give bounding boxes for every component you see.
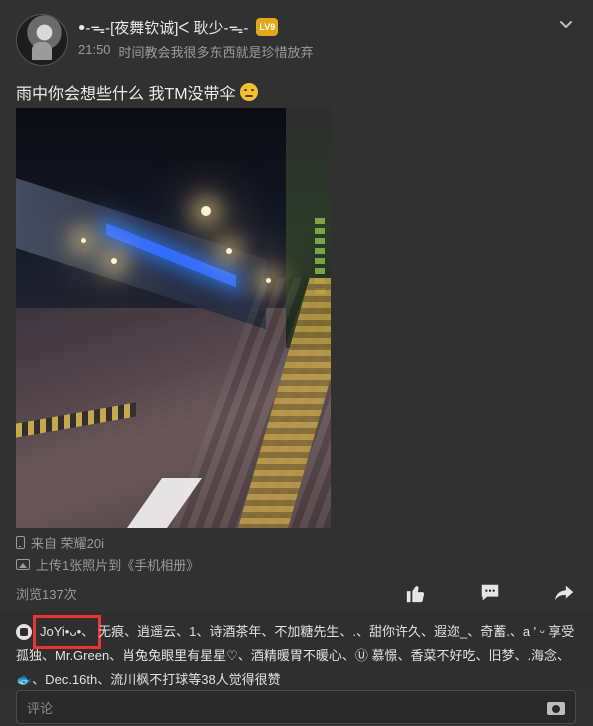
level-badge: LV9 [256, 18, 279, 36]
share-button[interactable] [551, 580, 577, 606]
post-text-content: 雨中你会想些什么 我TM没带伞 [16, 86, 236, 103]
post-actions [403, 580, 577, 606]
comment-input[interactable]: 评论 [16, 690, 576, 724]
comment-icon [481, 584, 499, 601]
post-header: ꔷ-ᯓ-[夜舞钦诚]ᐸ 耿少-ᯓ- LV9 21:50 时间教会我很多东西就是珍… [16, 14, 576, 66]
likes-list: JoYi•ᴗ•、 无痕、逍遥云、1、诗酒茶年、不加糖先生、.、甜你许久、遐迩_、奇… [16, 615, 576, 692]
chevron-down-icon[interactable] [558, 16, 574, 32]
upload-text[interactable]: 上传1张照片到《手机相册》 [36, 555, 199, 574]
avatar[interactable] [16, 14, 68, 66]
phone-icon [16, 535, 25, 549]
share-icon [554, 585, 574, 601]
first-liker-name[interactable]: JoYi•ᴗ•、 [32, 615, 102, 649]
photo-streetlight [226, 248, 232, 254]
photo-streetlight [201, 206, 211, 216]
image-icon [16, 558, 30, 570]
device-line: 来自 荣耀20i [16, 534, 199, 551]
post-meta: 21:50 时间教会我很多东西就是珍惜放弃 [78, 42, 314, 61]
view-count: 浏览137次 [16, 587, 77, 602]
post-photo[interactable] [16, 108, 331, 528]
camera-icon[interactable] [547, 699, 565, 715]
device-text: 来自 荣耀20i [31, 535, 104, 551]
comment-button[interactable] [477, 580, 503, 606]
upload-line: 上传1张照片到《手机相册》 [16, 555, 199, 574]
confused-face-emoji-icon [239, 83, 258, 101]
post-text: 雨中你会想些什么 我TM没带伞 [16, 80, 258, 104]
author-row: ꔷ-ᯓ-[夜舞钦诚]ᐸ 耿少-ᯓ- LV9 [78, 16, 279, 38]
photo-streetlight [266, 278, 271, 283]
like-icon [16, 624, 32, 640]
likers-list-text[interactable]: 无痕、逍遥云、1、诗酒茶年、不加糖先生、.、甜你许久、遐迩_、奇蓄.、a ' ᵕ… [16, 624, 574, 687]
photo-streetlight [81, 238, 86, 243]
level-badge-label: LV9 [259, 22, 276, 32]
author-name[interactable]: ꔷ-ᯓ-[夜舞钦诚]ᐸ 耿少-ᯓ- [78, 17, 248, 38]
post-card: ꔷ-ᯓ-[夜舞钦诚]ᐸ 耿少-ᯓ- LV9 21:50 时间教会我很多东西就是珍… [0, 0, 593, 726]
like-button[interactable] [403, 580, 429, 606]
comment-placeholder: 评论 [27, 700, 54, 716]
thumb-up-icon [406, 586, 425, 603]
post-source-info: 来自 荣耀20i 上传1张照片到《手机相册》 [16, 534, 199, 574]
author-signature: 时间教会我很多东西就是珍惜放弃 [118, 45, 314, 60]
photo-streetlight [111, 258, 117, 264]
likes-panel: JoYi•ᴗ•、 无痕、逍遥云、1、诗酒茶年、不加糖先生、.、甜你许久、遐迩_、奇… [0, 612, 593, 690]
post-time: 21:50 [78, 42, 111, 57]
